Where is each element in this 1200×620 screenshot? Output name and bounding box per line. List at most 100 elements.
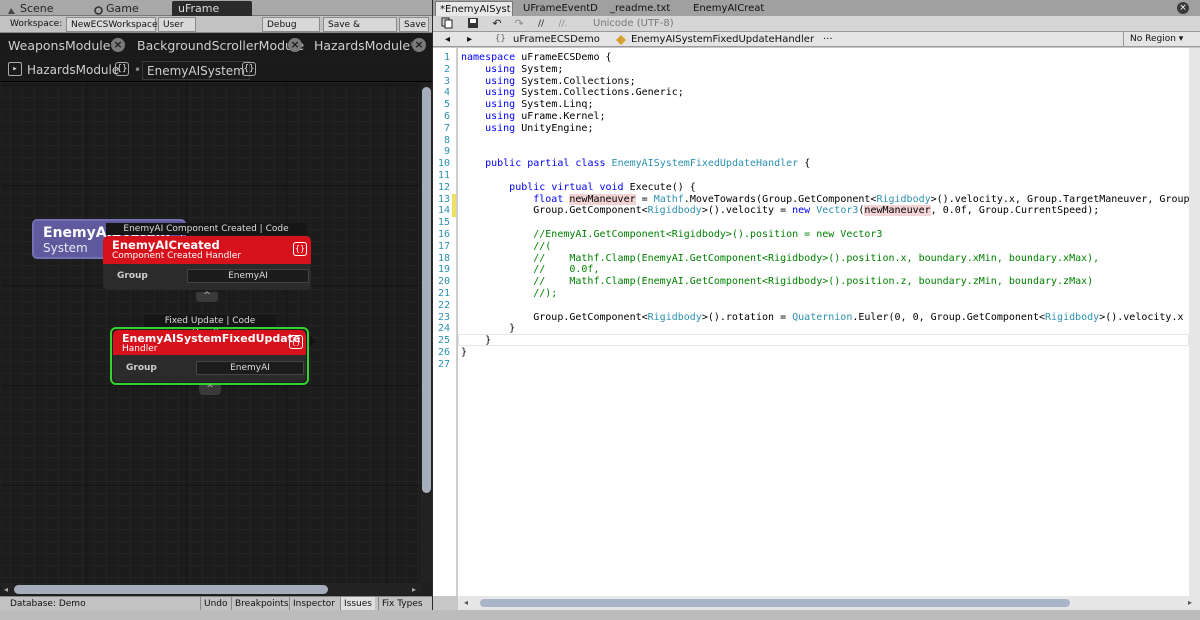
tab-uframe[interactable]: uFrame [172,1,252,16]
close-icon[interactable]: × [412,38,426,52]
code-token: .Euler(0, 0, Group.GetComponent< [852,311,1046,323]
editor-navigation-bar: ◂ ▸ {} uFrameECSDemo EnemyAISystemFixedU… [433,32,1200,47]
breadcrumb-enemyai-system[interactable]: EnemyAISystem [142,61,250,80]
component-created-handler-node[interactable]: EnemyAI Component Created | Code Handler… [100,222,314,302]
code-line: using UnityEngine; [461,123,593,135]
editor-vertical-scrollbar[interactable] [1189,48,1200,596]
unity-tab-bar: Scene Game uFrame [0,0,432,16]
breadcrumb-hazards-module[interactable]: HazardsModule [27,61,119,79]
fixed-update-handler-node[interactable]: Fixed Update | Code Handler EnemyAISyste… [110,314,316,395]
more-icon[interactable]: ··· [823,32,833,47]
user-dropdown[interactable]: User A [158,17,196,45]
graph-canvas[interactable]: EnemyAISystem System {} EnemyAI Componen… [2,83,420,583]
collapse-toggle[interactable]: ^ [196,292,218,302]
file-tab-readme[interactable]: _readme.txt [606,1,686,16]
code-icon[interactable]: {} [242,62,256,76]
code-token: //); [533,288,558,299]
scroll-left-icon[interactable]: ◂ [4,585,8,594]
scene-icon [7,4,16,14]
scroll-right-icon[interactable]: ▸ [1188,598,1192,607]
back-icon[interactable]: ◂ [445,32,450,47]
database-label[interactable]: Database: Demo [7,597,89,611]
tab-hazards-module[interactable]: HazardsModule* [314,36,416,56]
region-dropdown[interactable]: No Region ▾ [1123,32,1199,47]
code-area[interactable]: namespace uFrameECSDemo { using System; … [458,48,1189,596]
undo-icon[interactable]: ↶ [489,17,505,31]
code-icon[interactable]: {} [289,335,303,349]
scroll-right-icon[interactable]: ▸ [412,585,416,594]
encoding-dropdown[interactable]: Unicode (UTF-8) [593,16,674,31]
code-token: public virtual void [509,181,624,193]
line-number: 17 [437,240,450,252]
line-number: 12 [437,181,450,193]
code-token: Rigidbody [647,205,702,217]
code-token: System.Collections.Generic; [515,87,684,99]
graph-horizontal-scrollbar[interactable]: ◂ ▸ [2,583,422,595]
code-line: // Mathf.Clamp(EnemyAI.GetComponent<Rigi… [461,253,1099,265]
comment-icon[interactable]: // [533,17,549,31]
editor-horizontal-scrollbar[interactable]: ◂ ▸ [458,596,1200,610]
tab-game[interactable]: Game [88,1,168,16]
file-tab-enemyai-system[interactable]: *EnemyAISyst [435,1,513,16]
line-number: 23 [437,311,450,323]
collapse-toggle[interactable]: ^ [199,385,221,395]
scrollbar-thumb[interactable] [480,599,1070,607]
copy-icon[interactable] [439,17,455,31]
redo-icon[interactable]: ↷ [511,17,527,31]
file-tab-uframe-event[interactable]: UFrameEventD [519,1,599,16]
code-token: public partial class [485,158,606,170]
close-icon[interactable]: × [1177,2,1189,14]
app-window: Scene Game uFrame Workspace: NewECSWorks… [0,0,1200,620]
breadcrumb-separator: • [134,63,142,77]
save-button[interactable]: Save [399,17,429,32]
forward-icon[interactable]: ▸ [467,32,472,47]
save-compile-button[interactable]: Save & Compile [323,17,397,45]
output-port-icon[interactable] [309,336,317,346]
code-token: Rigidbody [1045,311,1100,323]
close-icon[interactable]: × [288,38,302,52]
save-icon[interactable] [465,17,481,31]
inspector-button[interactable]: Inspector [289,597,338,611]
code-icon[interactable]: {} [115,62,129,76]
debug-mode-button[interactable]: Debug Mode [262,17,320,45]
code-line: } [461,335,491,347]
line-number: 18 [437,252,450,264]
line-number: 3 [443,75,450,87]
code-icon[interactable]: {} [293,242,307,256]
code-token: System; [515,63,564,75]
tab-weapons-module[interactable]: WeaponsModule* [8,36,117,56]
code-line: using uFrame.Kernel; [461,111,605,123]
tab-background-scroller-module[interactable]: BackgroundScrollerModule [137,36,304,56]
breakpoints-button[interactable]: Breakpoints [231,597,292,611]
class-icon [615,32,629,47]
close-icon[interactable]: × [111,38,125,52]
code-token: Execute() { [623,181,696,193]
namespace-dropdown[interactable]: uFrameECSDemo [513,32,600,47]
line-number: 22 [437,299,450,311]
class-dropdown[interactable]: EnemyAISystemFixedUpdateHandler [631,32,814,47]
tab-scene[interactable]: Scene [2,1,72,16]
line-number: 8 [443,134,450,146]
fix-types-button[interactable]: Fix Types [378,597,426,611]
workspace-dropdown[interactable]: NewECSWorkspace [66,17,158,32]
group-dropdown[interactable]: EnemyAI [196,361,304,375]
file-tab-enemyai-created[interactable]: EnemyAICreat [689,1,769,16]
line-number: 6 [443,111,450,122]
scroll-left-icon[interactable]: ◂ [464,598,468,607]
group-dropdown[interactable]: EnemyAI [187,269,309,283]
code-token: // Mathf.Clamp(EnemyAI.GetComponent<Rigi… [533,252,1100,264]
uncomment-icon[interactable]: //. [555,17,571,31]
code-token: = [635,193,654,205]
current-line-highlight [458,334,1189,347]
undo-button[interactable]: Undo [200,597,231,611]
scrollbar-thumb[interactable] [14,585,328,594]
issues-button[interactable]: Issues [340,597,375,611]
code-line: // Mathf.Clamp(EnemyAI.GetComponent<Rigi… [461,276,1093,288]
